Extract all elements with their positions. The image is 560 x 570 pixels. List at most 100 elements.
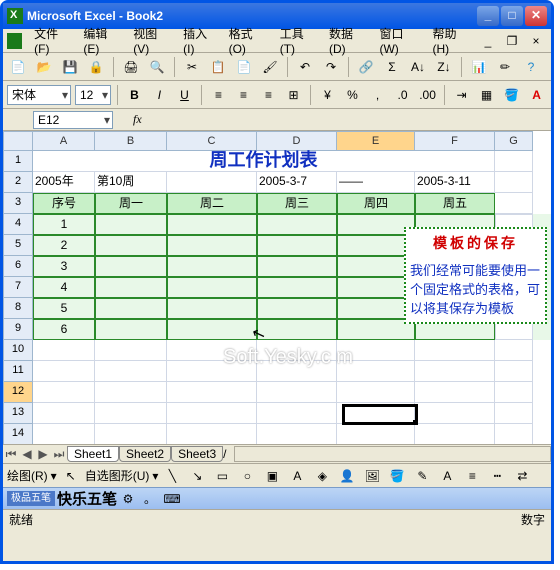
cell[interactable] [95, 424, 167, 445]
cell[interactable]: 2005-3-11 [415, 172, 495, 193]
cell[interactable] [95, 340, 167, 361]
ime-settings-icon[interactable]: ⚙ [117, 488, 139, 510]
row-header-9[interactable]: 9 [3, 319, 33, 340]
font-name-select[interactable]: 宋体 [7, 85, 71, 105]
cell[interactable] [95, 256, 167, 277]
dash-icon[interactable]: ┅ [486, 465, 508, 487]
row-header-5[interactable]: 5 [3, 235, 33, 256]
cell[interactable]: 3 [33, 256, 95, 277]
oval-icon[interactable]: ○ [236, 465, 258, 487]
align-right-icon[interactable]: ≡ [258, 84, 279, 106]
arrow-style-icon[interactable]: ⇄ [511, 465, 533, 487]
cell[interactable]: 第10周 [95, 172, 167, 193]
cell[interactable] [167, 340, 257, 361]
cell[interactable] [33, 361, 95, 382]
clipart-icon[interactable]: 👤 [336, 465, 358, 487]
cell[interactable] [415, 382, 495, 403]
menu-view[interactable]: 视图(V) [127, 23, 177, 58]
select-all[interactable] [3, 131, 33, 151]
cell[interactable] [33, 424, 95, 445]
autoshape-label[interactable]: 自选图形(U) [85, 467, 150, 484]
cell[interactable] [495, 403, 533, 424]
cell[interactable] [495, 151, 533, 172]
tab-sheet1[interactable]: Sheet1 [67, 446, 119, 462]
cell[interactable] [337, 361, 415, 382]
row-header-2[interactable]: 2 [3, 172, 33, 193]
font-color-icon[interactable]: A [526, 84, 547, 106]
percent-icon[interactable]: % [342, 84, 363, 106]
cell[interactable] [337, 382, 415, 403]
cell[interactable]: 6 [33, 319, 95, 340]
cell[interactable] [167, 214, 257, 235]
drawing-icon[interactable]: ✏ [494, 56, 516, 78]
tab-prev-icon[interactable]: ◀ [19, 447, 35, 461]
cell[interactable] [257, 382, 337, 403]
cell[interactable] [495, 172, 533, 193]
hscrollbar[interactable] [234, 446, 551, 462]
row-header-13[interactable]: 13 [3, 403, 33, 424]
textbox-icon[interactable]: ▣ [261, 465, 283, 487]
cell[interactable] [415, 403, 495, 424]
chart-icon[interactable]: 📊 [468, 56, 490, 78]
cell[interactable] [33, 340, 95, 361]
cell[interactable] [257, 361, 337, 382]
print-icon[interactable]: 🖨 [120, 56, 142, 78]
cell[interactable] [167, 277, 257, 298]
close-button[interactable]: ✕ [525, 6, 547, 26]
cell[interactable] [95, 361, 167, 382]
cell[interactable]: 周五 [415, 193, 495, 214]
italic-icon[interactable]: I [149, 84, 170, 106]
cell[interactable] [415, 424, 495, 445]
row-header-3[interactable]: 3 [3, 193, 33, 214]
underline-icon[interactable]: U [174, 84, 195, 106]
cell[interactable] [167, 424, 257, 445]
cell[interactable] [95, 235, 167, 256]
borders-icon[interactable]: ▦ [476, 84, 497, 106]
cell[interactable] [337, 403, 415, 424]
cell[interactable] [95, 277, 167, 298]
cell[interactable]: 2005-3-7 [257, 172, 337, 193]
open-icon[interactable]: 📂 [33, 56, 55, 78]
doc-min-button[interactable]: _ [477, 30, 499, 52]
menu-window[interactable]: 窗口(W) [373, 23, 426, 58]
cell[interactable] [495, 382, 533, 403]
preview-icon[interactable]: 🔍 [146, 56, 168, 78]
format-painter-icon[interactable]: 🖌 [259, 56, 281, 78]
cell[interactable] [495, 361, 533, 382]
wordart-icon[interactable]: A [286, 465, 308, 487]
cell[interactable] [167, 382, 257, 403]
fill-color-icon[interactable]: 🪣 [501, 84, 522, 106]
cell[interactable] [167, 319, 257, 340]
col-header-G[interactable]: G [495, 131, 533, 151]
rect-icon[interactable]: ▭ [211, 465, 233, 487]
cell[interactable] [33, 382, 95, 403]
cell[interactable] [167, 172, 257, 193]
line-color-icon[interactable]: ✎ [411, 465, 433, 487]
tab-last-icon[interactable]: ⏭ [51, 447, 67, 462]
draw-label[interactable]: 绘图(R) [7, 467, 48, 484]
tab-sheet2[interactable]: Sheet2 [119, 446, 171, 462]
col-header-F[interactable]: F [415, 131, 495, 151]
picture-icon[interactable]: 🖼 [361, 465, 383, 487]
align-left-icon[interactable]: ≡ [208, 84, 229, 106]
line-style-icon[interactable]: ≡ [461, 465, 483, 487]
cell[interactable] [33, 403, 95, 424]
cell[interactable]: 周一 [95, 193, 167, 214]
row-header-10[interactable]: 10 [3, 340, 33, 361]
cell[interactable] [167, 256, 257, 277]
permission-icon[interactable]: 🔒 [85, 56, 107, 78]
copy-icon[interactable]: 📋 [207, 56, 229, 78]
cell[interactable] [495, 424, 533, 445]
diagram-icon[interactable]: ◈ [311, 465, 333, 487]
maximize-button[interactable]: □ [501, 6, 523, 26]
cell[interactable] [257, 340, 337, 361]
tab-sheet3[interactable]: Sheet3 [171, 446, 223, 462]
ime-punct-icon[interactable]: 。 [139, 488, 161, 510]
dec-decimal-icon[interactable]: .00 [417, 84, 438, 106]
ime-keyboard-icon[interactable]: ⌨ [161, 488, 183, 510]
inc-decimal-icon[interactable]: .0 [392, 84, 413, 106]
font-size-select[interactable]: 12 [75, 85, 111, 105]
currency-icon[interactable]: ¥ [317, 84, 338, 106]
name-box[interactable]: E12 [33, 111, 113, 129]
cut-icon[interactable]: ✂ [181, 56, 203, 78]
